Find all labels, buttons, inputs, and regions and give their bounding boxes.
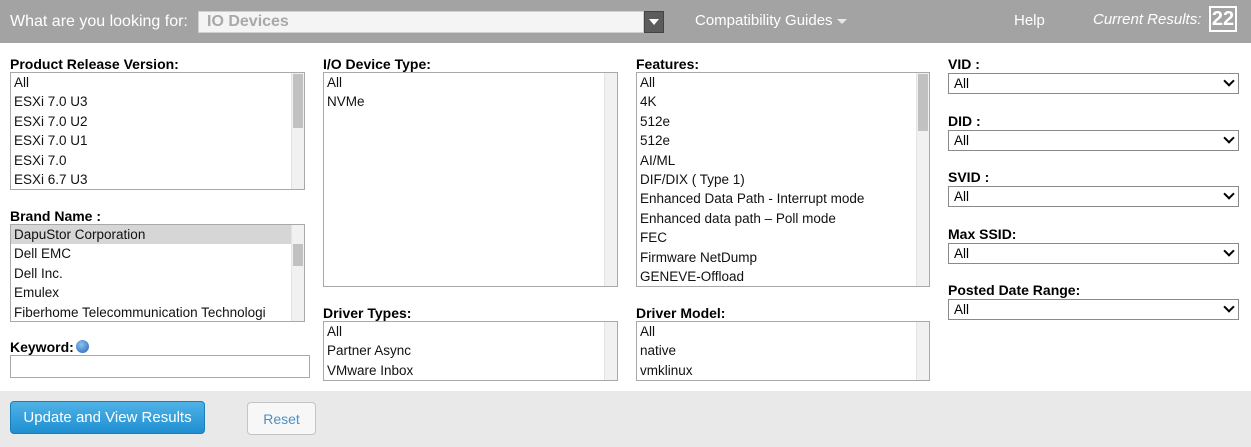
feature-option[interactable]: All xyxy=(637,73,916,92)
reset-button[interactable]: Reset xyxy=(247,402,316,435)
product-release-option[interactable]: ESXi 6.7 U3 xyxy=(11,170,291,189)
io-device-type-option[interactable]: All xyxy=(324,73,604,92)
io-device-type-option[interactable]: NVMe xyxy=(324,92,604,111)
scroll-thumb[interactable] xyxy=(293,74,303,128)
chevron-down-icon xyxy=(1223,301,1235,313)
driver-type-option[interactable]: VMware Inbox xyxy=(324,361,604,380)
vid-select[interactable]: All xyxy=(948,73,1239,94)
keyword-label-wrap: Keyword: xyxy=(10,339,89,355)
io-device-type-scrollbar[interactable] xyxy=(604,73,617,286)
svid-select[interactable]: All xyxy=(948,186,1239,207)
chevron-down-icon xyxy=(1223,132,1235,144)
compatibility-guides-label: Compatibility Guides xyxy=(695,12,833,29)
chevron-down-icon xyxy=(1223,188,1235,200)
driver-model-option[interactable]: vmklinux xyxy=(637,361,916,380)
chevron-down-icon xyxy=(836,18,847,24)
feature-option[interactable]: 512e xyxy=(637,112,916,131)
driver-model-label: Driver Model: xyxy=(636,305,726,321)
driver-model-scrollbar[interactable] xyxy=(916,322,929,380)
driver-type-option[interactable]: All xyxy=(324,322,604,341)
io-device-type-listbox[interactable]: All NVMe xyxy=(323,72,618,287)
feature-option[interactable]: 4K xyxy=(637,92,916,111)
keyword-input[interactable] xyxy=(10,355,310,378)
feature-option[interactable]: Firmware NetDump xyxy=(637,248,916,267)
feature-option[interactable]: GENEVE-Offload xyxy=(637,267,916,286)
help-link[interactable]: Help xyxy=(1014,12,1045,29)
chevron-down-icon xyxy=(1223,245,1235,257)
chevron-down-icon xyxy=(1223,75,1235,87)
search-dropdown-button[interactable] xyxy=(644,11,664,33)
posted-date-value: All xyxy=(954,302,970,317)
svid-value: All xyxy=(954,189,970,204)
update-results-button[interactable]: Update and View Results xyxy=(10,401,205,434)
feature-option[interactable]: Enhanced data path – Poll mode xyxy=(637,209,916,228)
product-release-scrollbar[interactable] xyxy=(291,73,304,189)
current-results-count: 22 xyxy=(1209,6,1237,32)
max-ssid-select[interactable]: All xyxy=(948,243,1239,264)
compatibility-guides-menu[interactable]: Compatibility Guides xyxy=(695,12,847,29)
feature-option[interactable]: DIF/DIX ( Type 1) xyxy=(637,170,916,189)
vid-value: All xyxy=(954,76,970,91)
search-combobox[interactable] xyxy=(198,11,665,33)
brand-option[interactable]: Dell Inc. xyxy=(11,264,291,283)
scroll-thumb[interactable] xyxy=(293,244,303,266)
did-select[interactable]: All xyxy=(948,130,1239,151)
product-release-listbox[interactable]: All ESXi 7.0 U3 ESXi 7.0 U2 ESXi 7.0 U1 ESXi… xyxy=(10,72,305,190)
feature-option[interactable]: FEC xyxy=(637,228,916,247)
chevron-down-icon xyxy=(649,19,659,25)
brand-option[interactable]: Dell EMC xyxy=(11,244,291,263)
product-release-option[interactable]: ESXi 7.0 xyxy=(11,151,291,170)
max-ssid-value: All xyxy=(954,246,970,261)
feature-option[interactable]: 512e xyxy=(637,131,916,150)
features-label: Features: xyxy=(636,56,700,72)
brand-option[interactable]: DapuStor Corporation xyxy=(11,225,291,245)
max-ssid-label: Max SSID: xyxy=(948,226,1017,242)
feature-option[interactable]: AI/ML xyxy=(637,151,916,170)
features-scrollbar[interactable] xyxy=(916,73,929,286)
product-release-option[interactable]: ESXi 7.0 U2 xyxy=(11,112,291,131)
svid-label: SVID : xyxy=(948,169,990,185)
brand-option[interactable]: Fiberhome Telecommunication Technologi xyxy=(11,303,291,321)
top-search-bar: What are you looking for: Compatibility … xyxy=(0,0,1251,43)
did-label: DID : xyxy=(948,113,981,129)
posted-date-label: Posted Date Range: xyxy=(948,282,1081,298)
driver-model-option[interactable]: All xyxy=(637,322,916,341)
feature-option[interactable]: Enhanced Data Path - Interrupt mode xyxy=(637,189,916,208)
driver-types-label: Driver Types: xyxy=(323,305,412,321)
info-icon[interactable] xyxy=(75,340,89,353)
driver-type-option[interactable]: Partner Async xyxy=(324,341,604,360)
io-device-type-label: I/O Device Type: xyxy=(323,56,431,72)
search-label: What are you looking for: xyxy=(10,13,188,30)
vid-label: VID : xyxy=(948,56,980,72)
current-results-label: Current Results: xyxy=(1093,11,1202,28)
features-listbox[interactable]: All 4K 512e 512e AI/ML DIF/DIX ( Type 1) Enhan… xyxy=(636,72,930,287)
brand-name-scrollbar[interactable] xyxy=(291,225,304,321)
product-release-label: Product Release Version: xyxy=(10,56,179,72)
keyword-label: Keyword: xyxy=(10,339,74,355)
product-release-option[interactable]: ESXi 7.0 U3 xyxy=(11,92,291,111)
did-value: All xyxy=(954,133,970,148)
driver-model-option[interactable]: native xyxy=(637,341,916,360)
scroll-thumb[interactable] xyxy=(918,74,928,131)
brand-name-label: Brand Name : xyxy=(10,208,102,224)
search-input[interactable] xyxy=(198,11,644,33)
product-release-option[interactable]: All xyxy=(11,73,291,92)
driver-types-listbox[interactable]: All Partner Async VMware Inbox xyxy=(323,321,618,381)
brand-option[interactable]: Emulex xyxy=(11,283,291,302)
driver-model-listbox[interactable]: All native vmklinux xyxy=(636,321,930,381)
posted-date-select[interactable]: All xyxy=(948,299,1239,320)
driver-types-scrollbar[interactable] xyxy=(604,322,617,380)
product-release-option[interactable]: ESXi 7.0 U1 xyxy=(11,131,291,150)
brand-name-listbox[interactable]: DapuStor Corporation Dell EMC Dell Inc. Emu… xyxy=(10,224,305,322)
